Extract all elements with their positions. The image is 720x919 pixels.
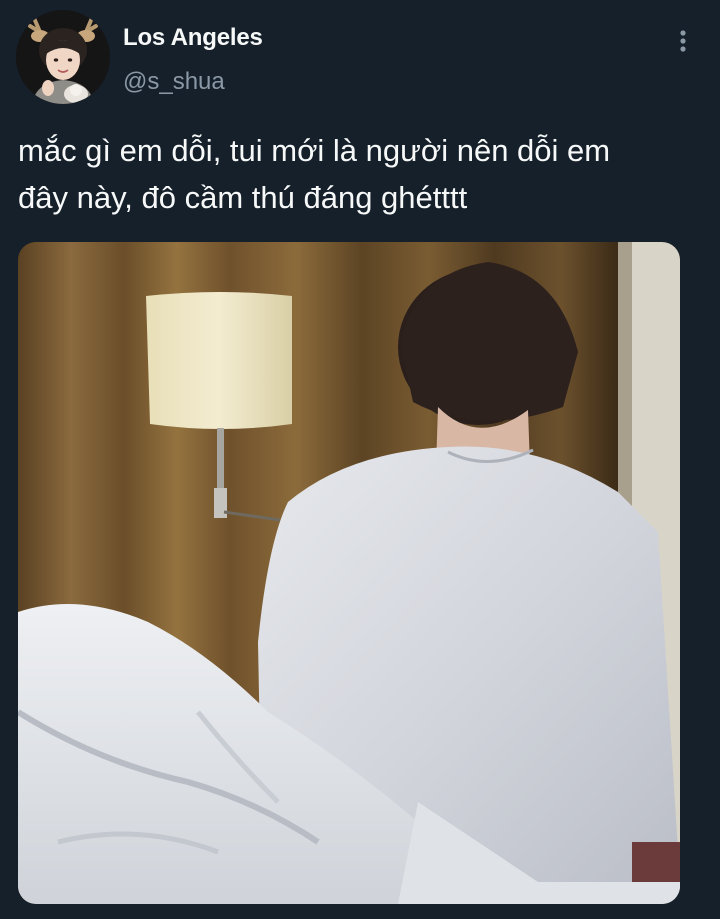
more-options-button[interactable] [666, 26, 700, 56]
tweet-text-line-2: đây này, đô cầm thú đáng ghétttt [18, 180, 468, 215]
tweet-text-line-1: mắc gì em dỗi, tui mới là người nên dỗi … [18, 133, 611, 168]
avatar-image [16, 10, 110, 104]
photo-image [18, 242, 680, 904]
author-handle[interactable]: @s_shua [123, 68, 225, 96]
tweet-photo[interactable] [18, 242, 680, 904]
more-vertical-icon [680, 30, 686, 52]
author-display-name[interactable]: Los Angeles [123, 24, 263, 52]
avatar[interactable] [16, 10, 110, 104]
tweet-text: mắc gì em dỗi, tui mới là người nên dỗi … [18, 127, 698, 221]
tweet: Los Angeles @s_shua mắc gì em dỗi, tui m… [0, 0, 720, 919]
